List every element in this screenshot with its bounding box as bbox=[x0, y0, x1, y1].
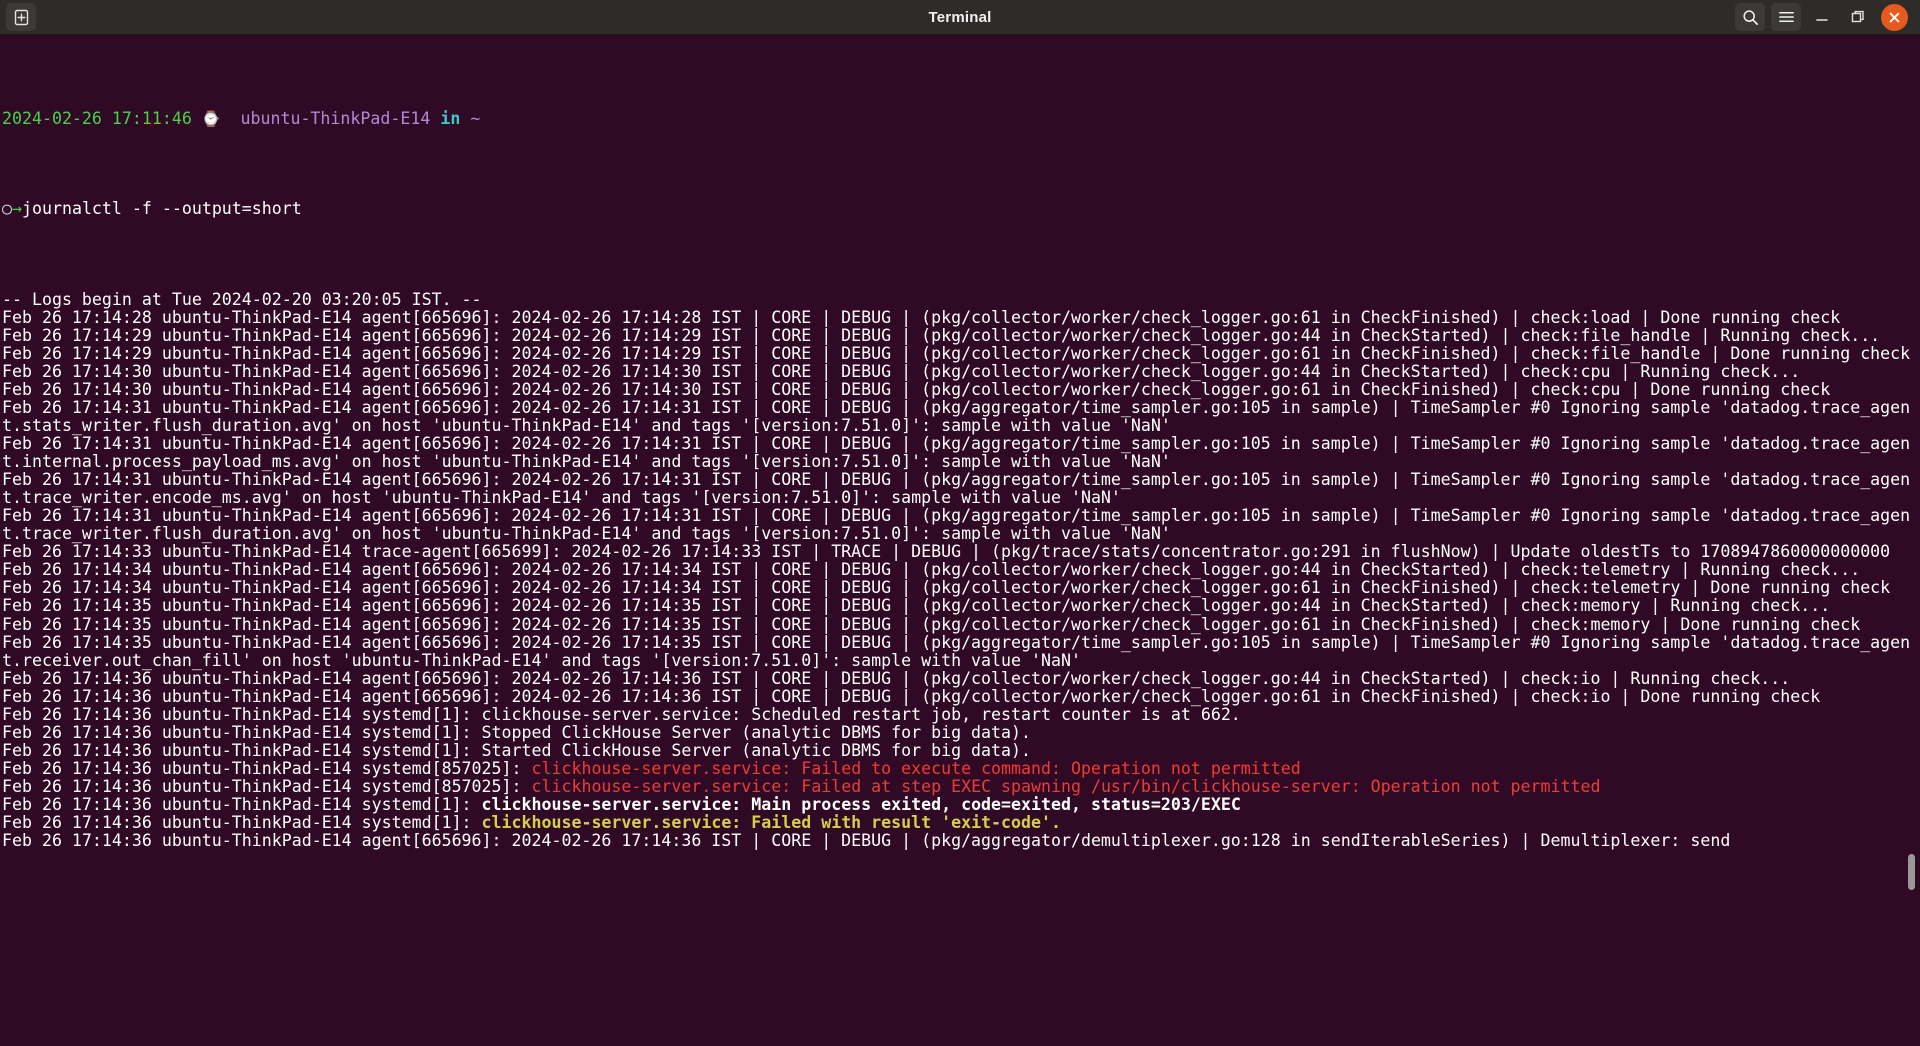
titlebar-right-group bbox=[1735, 3, 1914, 31]
log-line: Feb 26 17:14:36 ubuntu-ThinkPad-E14 syst… bbox=[2, 722, 1920, 742]
log-line: Feb 26 17:14:35 ubuntu-ThinkPad-E14 agen… bbox=[2, 597, 1920, 615]
log-line: Feb 26 17:14:36 ubuntu-ThinkPad-E14 syst… bbox=[2, 776, 1920, 796]
log-segment: Feb 26 17:14:36 ubuntu-ThinkPad-E14 syst… bbox=[2, 740, 1031, 760]
clock-icon: ⌚ bbox=[201, 110, 221, 129]
log-segment: Feb 26 17:14:36 ubuntu-ThinkPad-E14 syst… bbox=[2, 758, 532, 778]
terminal-window: Terminal 2024-02-26 17:11:46 ⌚ ubuntu-Th… bbox=[0, 0, 1920, 1046]
log-line: Feb 26 17:14:29 ubuntu-ThinkPad-E14 agen… bbox=[2, 325, 1920, 345]
prompt-cwd: ~ bbox=[470, 109, 481, 129]
log-line: Feb 26 17:14:31 ubuntu-ThinkPad-E14 agen… bbox=[2, 397, 1920, 435]
hamburger-menu-icon bbox=[1778, 11, 1794, 23]
command-text: journalctl -f --output=short bbox=[22, 199, 302, 219]
log-line: Feb 26 17:14:36 ubuntu-ThinkPad-E14 syst… bbox=[2, 794, 1920, 814]
prompt-circle-icon: ○ bbox=[2, 199, 12, 219]
log-segment: Feb 26 17:14:35 ubuntu-ThinkPad-E14 agen… bbox=[2, 614, 1861, 634]
log-line: Feb 26 17:14:36 ubuntu-ThinkPad-E14 syst… bbox=[2, 813, 1920, 833]
log-line: Feb 26 17:14:33 ubuntu-ThinkPad-E14 trac… bbox=[2, 543, 1920, 561]
log-line: Feb 26 17:14:28 ubuntu-ThinkPad-E14 agen… bbox=[2, 307, 1920, 327]
menu-button[interactable] bbox=[1771, 3, 1801, 31]
log-segment: Feb 26 17:14:28 ubuntu-ThinkPad-E14 agen… bbox=[2, 307, 1841, 327]
log-segment: Feb 26 17:14:36 ubuntu-ThinkPad-E14 syst… bbox=[2, 794, 482, 814]
log-segment: Feb 26 17:14:31 ubuntu-ThinkPad-E14 agen… bbox=[2, 397, 1911, 435]
log-line: Feb 26 17:14:29 ubuntu-ThinkPad-E14 agen… bbox=[2, 343, 1920, 363]
log-segment: Feb 26 17:14:36 ubuntu-ThinkPad-E14 agen… bbox=[2, 831, 1731, 851]
log-line: Feb 26 17:14:36 ubuntu-ThinkPad-E14 agen… bbox=[2, 686, 1920, 706]
close-button[interactable] bbox=[1881, 3, 1908, 31]
log-segment: Feb 26 17:14:33 ubuntu-ThinkPad-E14 trac… bbox=[2, 542, 1891, 562]
scrollbar-thumb[interactable] bbox=[1908, 853, 1915, 890]
log-line: Feb 26 17:14:34 ubuntu-ThinkPad-E14 agen… bbox=[2, 579, 1920, 597]
prompt-host: ubuntu-ThinkPad-E14 bbox=[240, 109, 431, 129]
log-segment: Feb 26 17:14:36 ubuntu-ThinkPad-E14 agen… bbox=[2, 686, 1821, 706]
minimize-icon bbox=[1816, 19, 1828, 21]
log-output: -- Logs begin at Tue 2024-02-20 03:20:05… bbox=[2, 289, 1920, 850]
prompt-arrow-icon: → bbox=[12, 199, 22, 219]
scrollbar[interactable] bbox=[1906, 35, 1917, 1046]
search-icon bbox=[1742, 9, 1758, 25]
terminal-screen[interactable]: 2024-02-26 17:11:46 ⌚ ubuntu-ThinkPad-E1… bbox=[2, 38, 1920, 904]
log-segment: Feb 26 17:14:36 ubuntu-ThinkPad-E14 syst… bbox=[2, 722, 1031, 742]
maximize-button[interactable] bbox=[1843, 3, 1873, 31]
log-segment: Feb 26 17:14:36 ubuntu-ThinkPad-E14 agen… bbox=[2, 668, 1791, 688]
log-segment: Feb 26 17:14:36 ubuntu-ThinkPad-E14 syst… bbox=[2, 704, 1241, 724]
new-tab-icon bbox=[14, 9, 28, 25]
log-segment: Feb 26 17:14:29 ubuntu-ThinkPad-E14 agen… bbox=[2, 325, 1881, 345]
prompt-in-word: in bbox=[440, 109, 461, 129]
log-line: -- Logs begin at Tue 2024-02-20 03:20:05… bbox=[2, 289, 1920, 309]
log-segment: Feb 26 17:14:34 ubuntu-ThinkPad-E14 agen… bbox=[2, 578, 1891, 598]
log-segment: Feb 26 17:14:30 ubuntu-ThinkPad-E14 agen… bbox=[2, 379, 1831, 399]
log-line: Feb 26 17:14:36 ubuntu-ThinkPad-E14 syst… bbox=[2, 740, 1920, 760]
log-line: Feb 26 17:14:31 ubuntu-ThinkPad-E14 agen… bbox=[2, 434, 1920, 472]
log-line: Feb 26 17:14:36 ubuntu-ThinkPad-E14 syst… bbox=[2, 758, 1920, 778]
restore-window-icon bbox=[1851, 10, 1864, 23]
log-segment: Feb 26 17:14:34 ubuntu-ThinkPad-E14 agen… bbox=[2, 560, 1861, 580]
log-segment: Feb 26 17:14:31 ubuntu-ThinkPad-E14 agen… bbox=[2, 434, 1911, 472]
log-line: Feb 26 17:14:36 ubuntu-ThinkPad-E14 agen… bbox=[2, 832, 1920, 850]
log-segment: clickhouse-server.service: Failed with r… bbox=[481, 813, 1061, 833]
log-line: Feb 26 17:14:34 ubuntu-ThinkPad-E14 agen… bbox=[2, 561, 1920, 579]
log-segment: Feb 26 17:14:31 ubuntu-ThinkPad-E14 agen… bbox=[2, 470, 1911, 508]
log-segment: Feb 26 17:14:30 ubuntu-ThinkPad-E14 agen… bbox=[2, 361, 1801, 381]
log-line: Feb 26 17:14:30 ubuntu-ThinkPad-E14 agen… bbox=[2, 379, 1920, 399]
log-segment: clickhouse-server.service: Failed to exe… bbox=[531, 758, 1301, 778]
window-title: Terminal bbox=[928, 8, 992, 26]
log-line: Feb 26 17:14:31 ubuntu-ThinkPad-E14 agen… bbox=[2, 471, 1920, 507]
log-segment: Feb 26 17:14:31 ubuntu-ThinkPad-E14 agen… bbox=[2, 506, 1911, 544]
log-segment: Feb 26 17:14:36 ubuntu-ThinkPad-E14 syst… bbox=[2, 776, 532, 796]
log-line: Feb 26 17:14:31 ubuntu-ThinkPad-E14 agen… bbox=[2, 507, 1920, 543]
log-line: Feb 26 17:14:35 ubuntu-ThinkPad-E14 agen… bbox=[2, 632, 1920, 670]
log-line: Feb 26 17:14:36 ubuntu-ThinkPad-E14 agen… bbox=[2, 668, 1920, 688]
titlebar-left-group bbox=[6, 3, 36, 31]
log-segment: Feb 26 17:14:35 ubuntu-ThinkPad-E14 agen… bbox=[2, 632, 1911, 670]
command-line: ○→journalctl -f --output=short bbox=[2, 200, 1920, 218]
log-line: Feb 26 17:14:35 ubuntu-ThinkPad-E14 agen… bbox=[2, 614, 1920, 634]
minimize-button[interactable] bbox=[1807, 3, 1837, 31]
log-segment: Feb 26 17:14:29 ubuntu-ThinkPad-E14 agen… bbox=[2, 343, 1911, 363]
log-segment: Feb 26 17:14:35 ubuntu-ThinkPad-E14 agen… bbox=[2, 596, 1831, 616]
log-segment: clickhouse-server.service: Failed at ste… bbox=[531, 776, 1601, 796]
log-line: Feb 26 17:14:36 ubuntu-ThinkPad-E14 syst… bbox=[2, 704, 1920, 724]
terminal-body[interactable]: 2024-02-26 17:11:46 ⌚ ubuntu-ThinkPad-E1… bbox=[0, 35, 1920, 1046]
search-button[interactable] bbox=[1735, 3, 1765, 31]
close-icon bbox=[1889, 12, 1900, 22]
new-tab-button[interactable] bbox=[6, 3, 36, 31]
log-segment: Feb 26 17:14:36 ubuntu-ThinkPad-E14 syst… bbox=[2, 813, 482, 833]
log-line: Feb 26 17:14:30 ubuntu-ThinkPad-E14 agen… bbox=[2, 361, 1920, 381]
title-bar: Terminal bbox=[0, 0, 1920, 35]
prompt-line: 2024-02-26 17:11:46 ⌚ ubuntu-ThinkPad-E1… bbox=[2, 109, 1920, 129]
prompt-timestamp: 2024-02-26 17:11:46 bbox=[2, 109, 192, 129]
log-segment: clickhouse-server.service: Main process … bbox=[481, 794, 1241, 814]
log-segment: -- Logs begin at Tue 2024-02-20 03:20:05… bbox=[2, 289, 482, 309]
